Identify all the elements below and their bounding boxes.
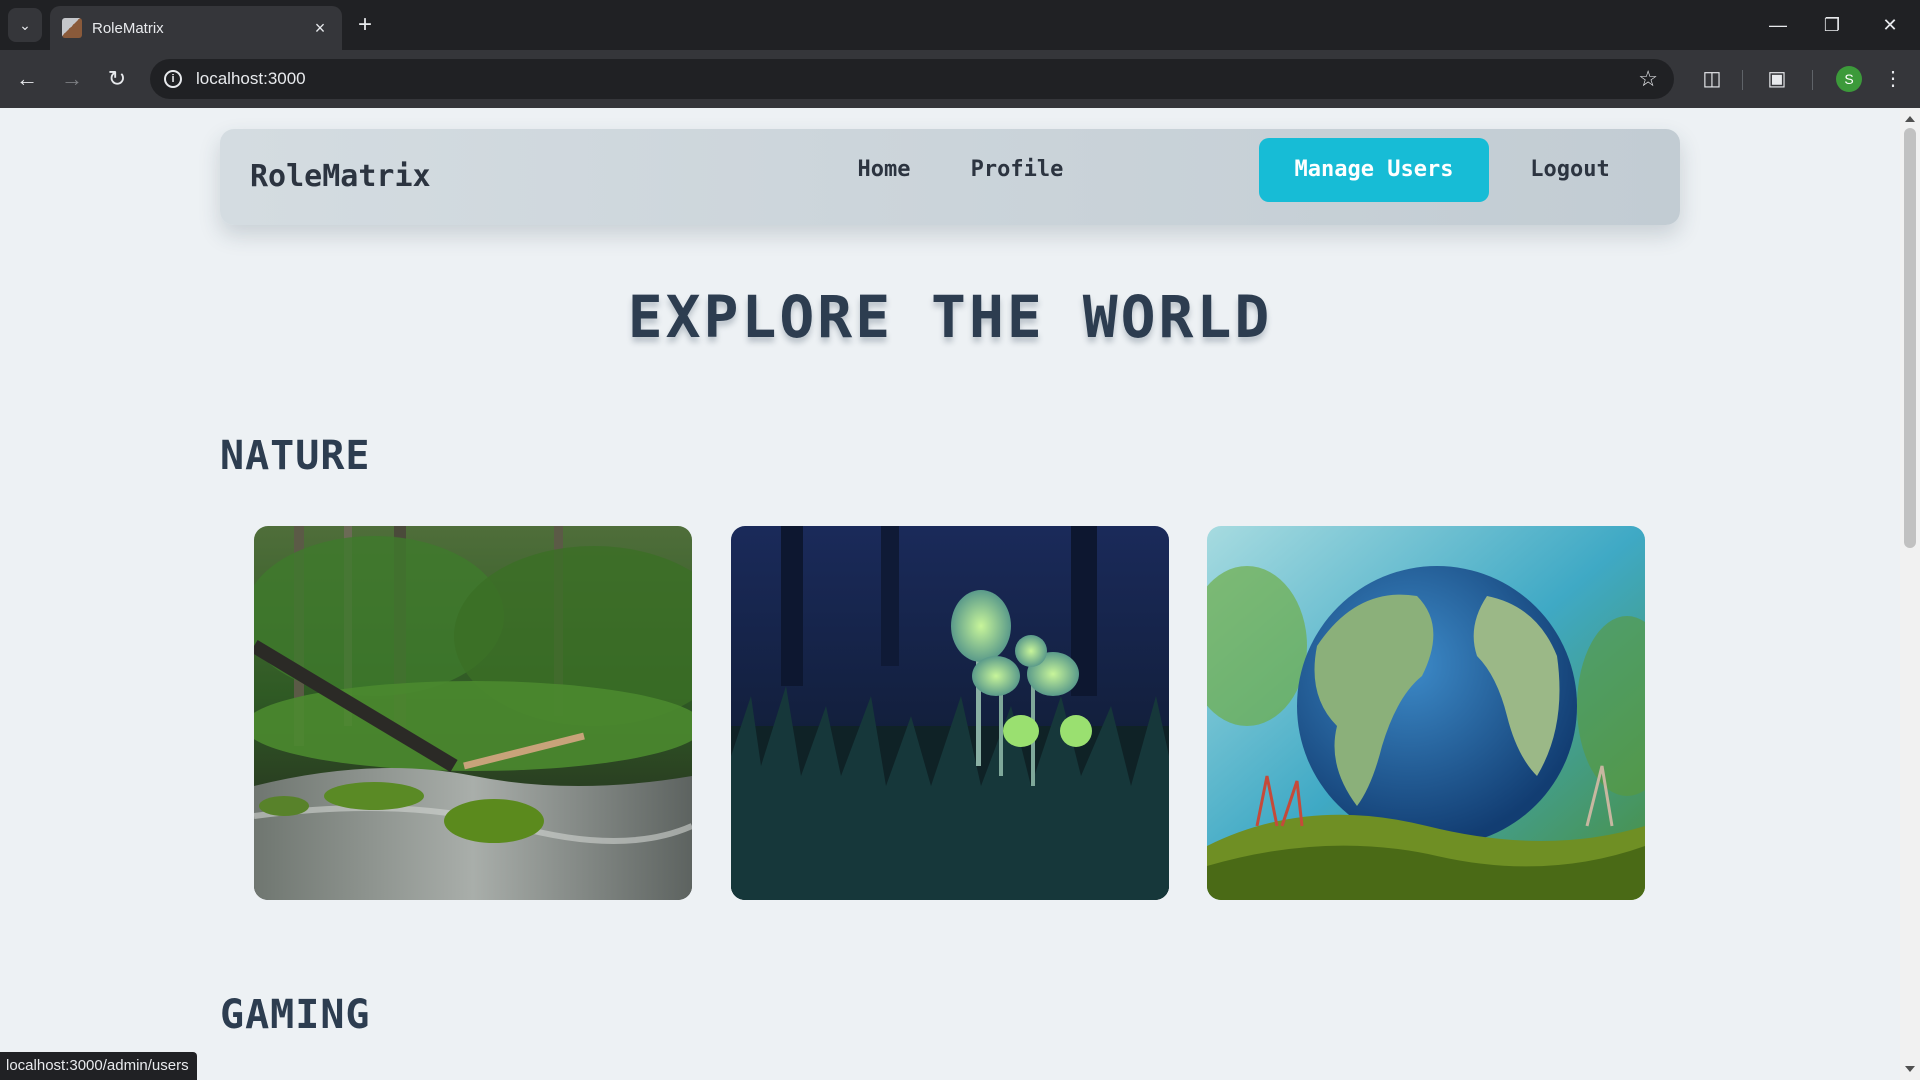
address-url[interactable]: localhost:3000 [196, 69, 1638, 89]
link-status-bar: localhost:3000/admin/users [0, 1052, 197, 1080]
forward-icon[interactable]: → [57, 64, 87, 94]
earth-globe-image [1207, 526, 1645, 900]
hero-title: EXPLORE THE WORLD [627, 283, 1273, 351]
nature-image-forest-stream[interactable] [254, 526, 692, 900]
section-title-gaming: GAMING [220, 992, 371, 1038]
glowing-mushrooms-image [731, 526, 1169, 900]
browser-tab-strip: ⌄ RoleMatrix × + — ❐ ✕ [0, 0, 1920, 50]
screenshot-icon[interactable]: ▣ [1762, 64, 1792, 94]
forest-stream-image [254, 526, 692, 900]
page-viewport: RoleMatrix Home Profile Manage Users Log… [0, 108, 1900, 1080]
close-icon[interactable]: × [310, 18, 330, 39]
nature-image-glowing-mushrooms[interactable] [731, 526, 1169, 900]
tab-title: RoleMatrix [92, 19, 164, 37]
profile-avatar[interactable]: S [1836, 66, 1862, 92]
reload-icon[interactable]: ↻ [102, 64, 132, 94]
address-bar[interactable]: i localhost:3000 ☆ [150, 59, 1674, 99]
restore-icon[interactable]: ❐ [1812, 10, 1852, 40]
site-info-icon[interactable]: i [164, 70, 182, 88]
browser-menu-icon[interactable]: ⋮ [1878, 64, 1908, 94]
nav-link-profile[interactable]: Profile [952, 138, 1082, 202]
section-title-nature: NATURE [220, 433, 371, 479]
minimize-icon[interactable]: — [1758, 10, 1798, 40]
site-brand[interactable]: RoleMatrix [250, 159, 431, 194]
toolbar-divider [1812, 70, 1813, 90]
site-navbar: RoleMatrix Home Profile Manage Users Log… [220, 129, 1680, 225]
scroll-down-arrow-icon[interactable] [1905, 1066, 1915, 1072]
scroll-thumb[interactable] [1904, 128, 1916, 548]
favicon-icon [62, 18, 82, 38]
back-icon[interactable]: ← [12, 64, 42, 94]
nav-link-home[interactable]: Home [832, 138, 936, 202]
nav-link-manage-users[interactable]: Manage Users [1259, 138, 1489, 202]
toolbar-divider [1742, 70, 1743, 90]
window-close-icon[interactable]: ✕ [1870, 10, 1910, 40]
chevron-down-icon: ⌄ [19, 16, 31, 33]
tab-search-button[interactable]: ⌄ [8, 8, 42, 42]
scroll-up-arrow-icon[interactable] [1905, 116, 1915, 122]
browser-tab[interactable]: RoleMatrix × [50, 6, 342, 50]
page-scrollbar[interactable] [1900, 108, 1920, 1080]
nav-link-logout[interactable]: Logout [1508, 138, 1632, 202]
nature-image-earth-globe[interactable] [1207, 526, 1645, 900]
new-tab-button[interactable]: + [352, 12, 378, 38]
browser-toolbar: ← → ↻ i localhost:3000 ☆ ◫ ▣ S ⋮ [0, 50, 1920, 108]
extensions-icon[interactable]: ◫ [1697, 64, 1727, 94]
bookmark-star-icon[interactable]: ☆ [1638, 66, 1658, 92]
